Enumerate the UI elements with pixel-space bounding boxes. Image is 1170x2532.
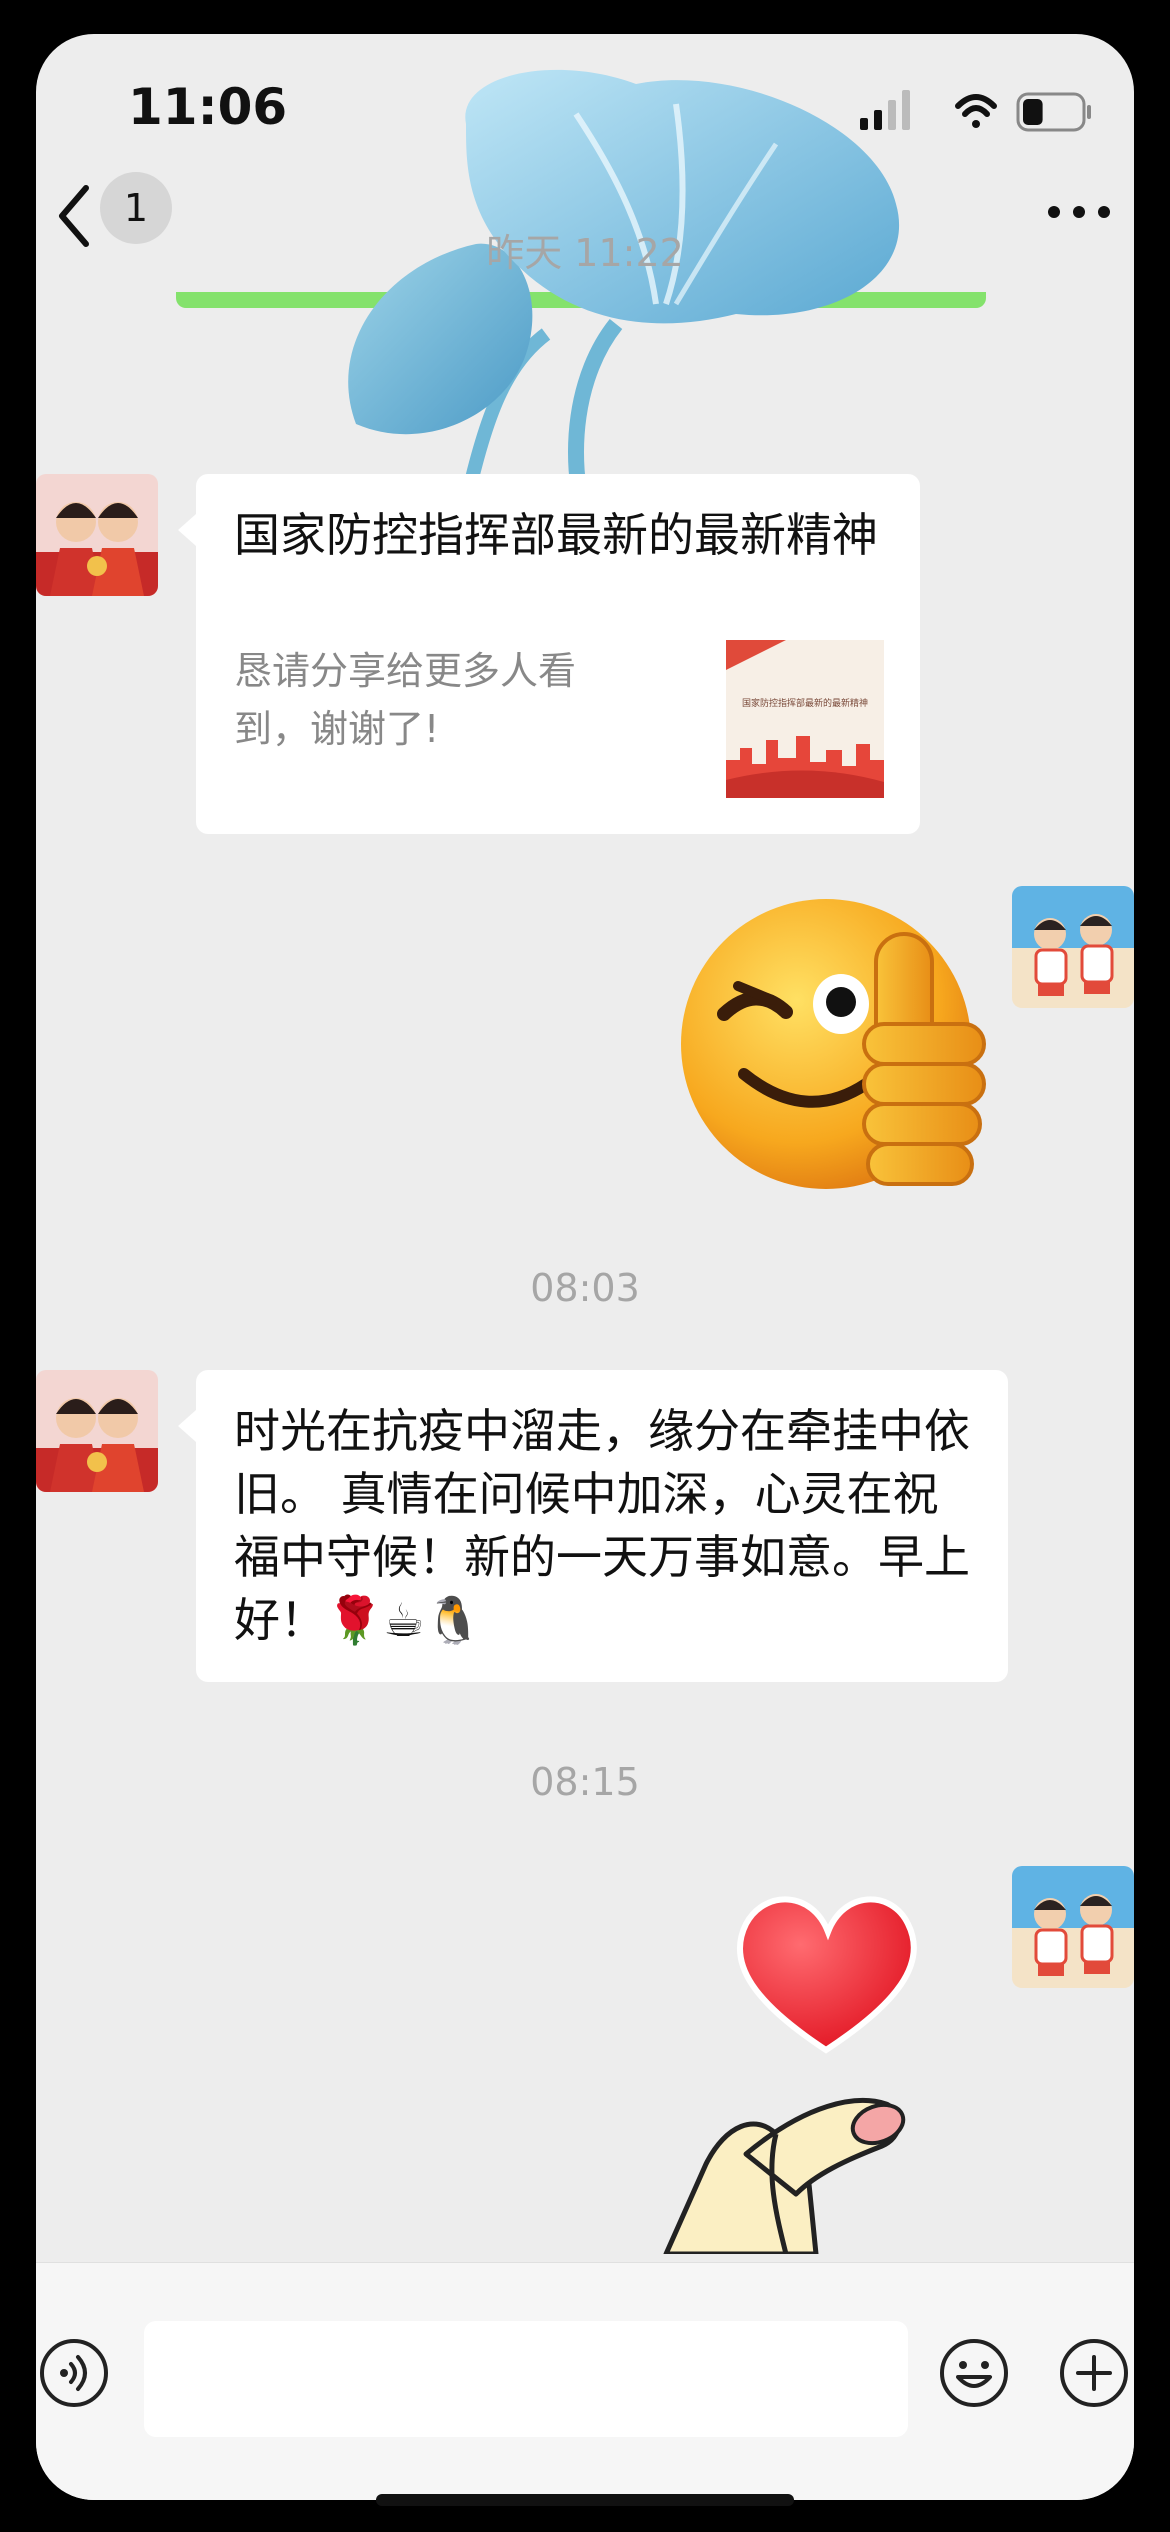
voice-icon[interactable] [38, 2337, 110, 2409]
share-card[interactable]: 国家防控指挥部最新的最新精神 恳请分享给更多人看到，谢谢了! 国家防控指挥部最新… [178, 474, 920, 834]
battery-icon [1016, 92, 1091, 132]
my-avatar[interactable] [1012, 1866, 1134, 1988]
timestamp: 昨天 11:22 [486, 231, 684, 275]
home-indicator[interactable] [376, 2494, 794, 2506]
timestamp: 08:03 [530, 1266, 640, 1310]
plus-icon[interactable] [1058, 2337, 1130, 2409]
message-input[interactable] [144, 2321, 908, 2437]
text-message[interactable]: 时光在抗疫中溜走，缘分在牵挂中依旧。 真情在问候中加深，心灵在祝福中守候！新的一… [178, 1370, 1008, 1682]
message-text: 时光在抗疫中溜走，缘分在牵挂中依旧。 真情在问候中加深，心灵在祝福中守候！新的一… [234, 1404, 970, 1647]
chat-screen: 11:06 1 昨天 11:22 国家防控指挥部最新的最新精神 恳请分享给更多人… [36, 34, 1134, 2500]
timestamp: 08:15 [530, 1760, 640, 1804]
more-dots-icon[interactable] [1044, 202, 1114, 222]
input-bar [36, 2262, 1134, 2500]
finger-heart-sticker[interactable] [646, 1854, 986, 2254]
card-thumbnail: 国家防控指挥部最新的最新精神 [726, 640, 884, 798]
avatar[interactable] [36, 474, 158, 596]
my-avatar[interactable] [1012, 886, 1134, 1008]
avatar[interactable] [36, 1370, 158, 1492]
card-title: 国家防控指挥部最新的最新精神 [234, 508, 878, 562]
emoji-icon[interactable] [938, 2337, 1010, 2409]
status-time: 11:06 [128, 78, 288, 136]
wink-thumbs-up-sticker[interactable] [676, 874, 1016, 1214]
thumb-caption: 国家防控指挥部最新的最新精神 [742, 697, 868, 709]
card-description: 恳请分享给更多人看到，谢谢了! [234, 649, 577, 751]
